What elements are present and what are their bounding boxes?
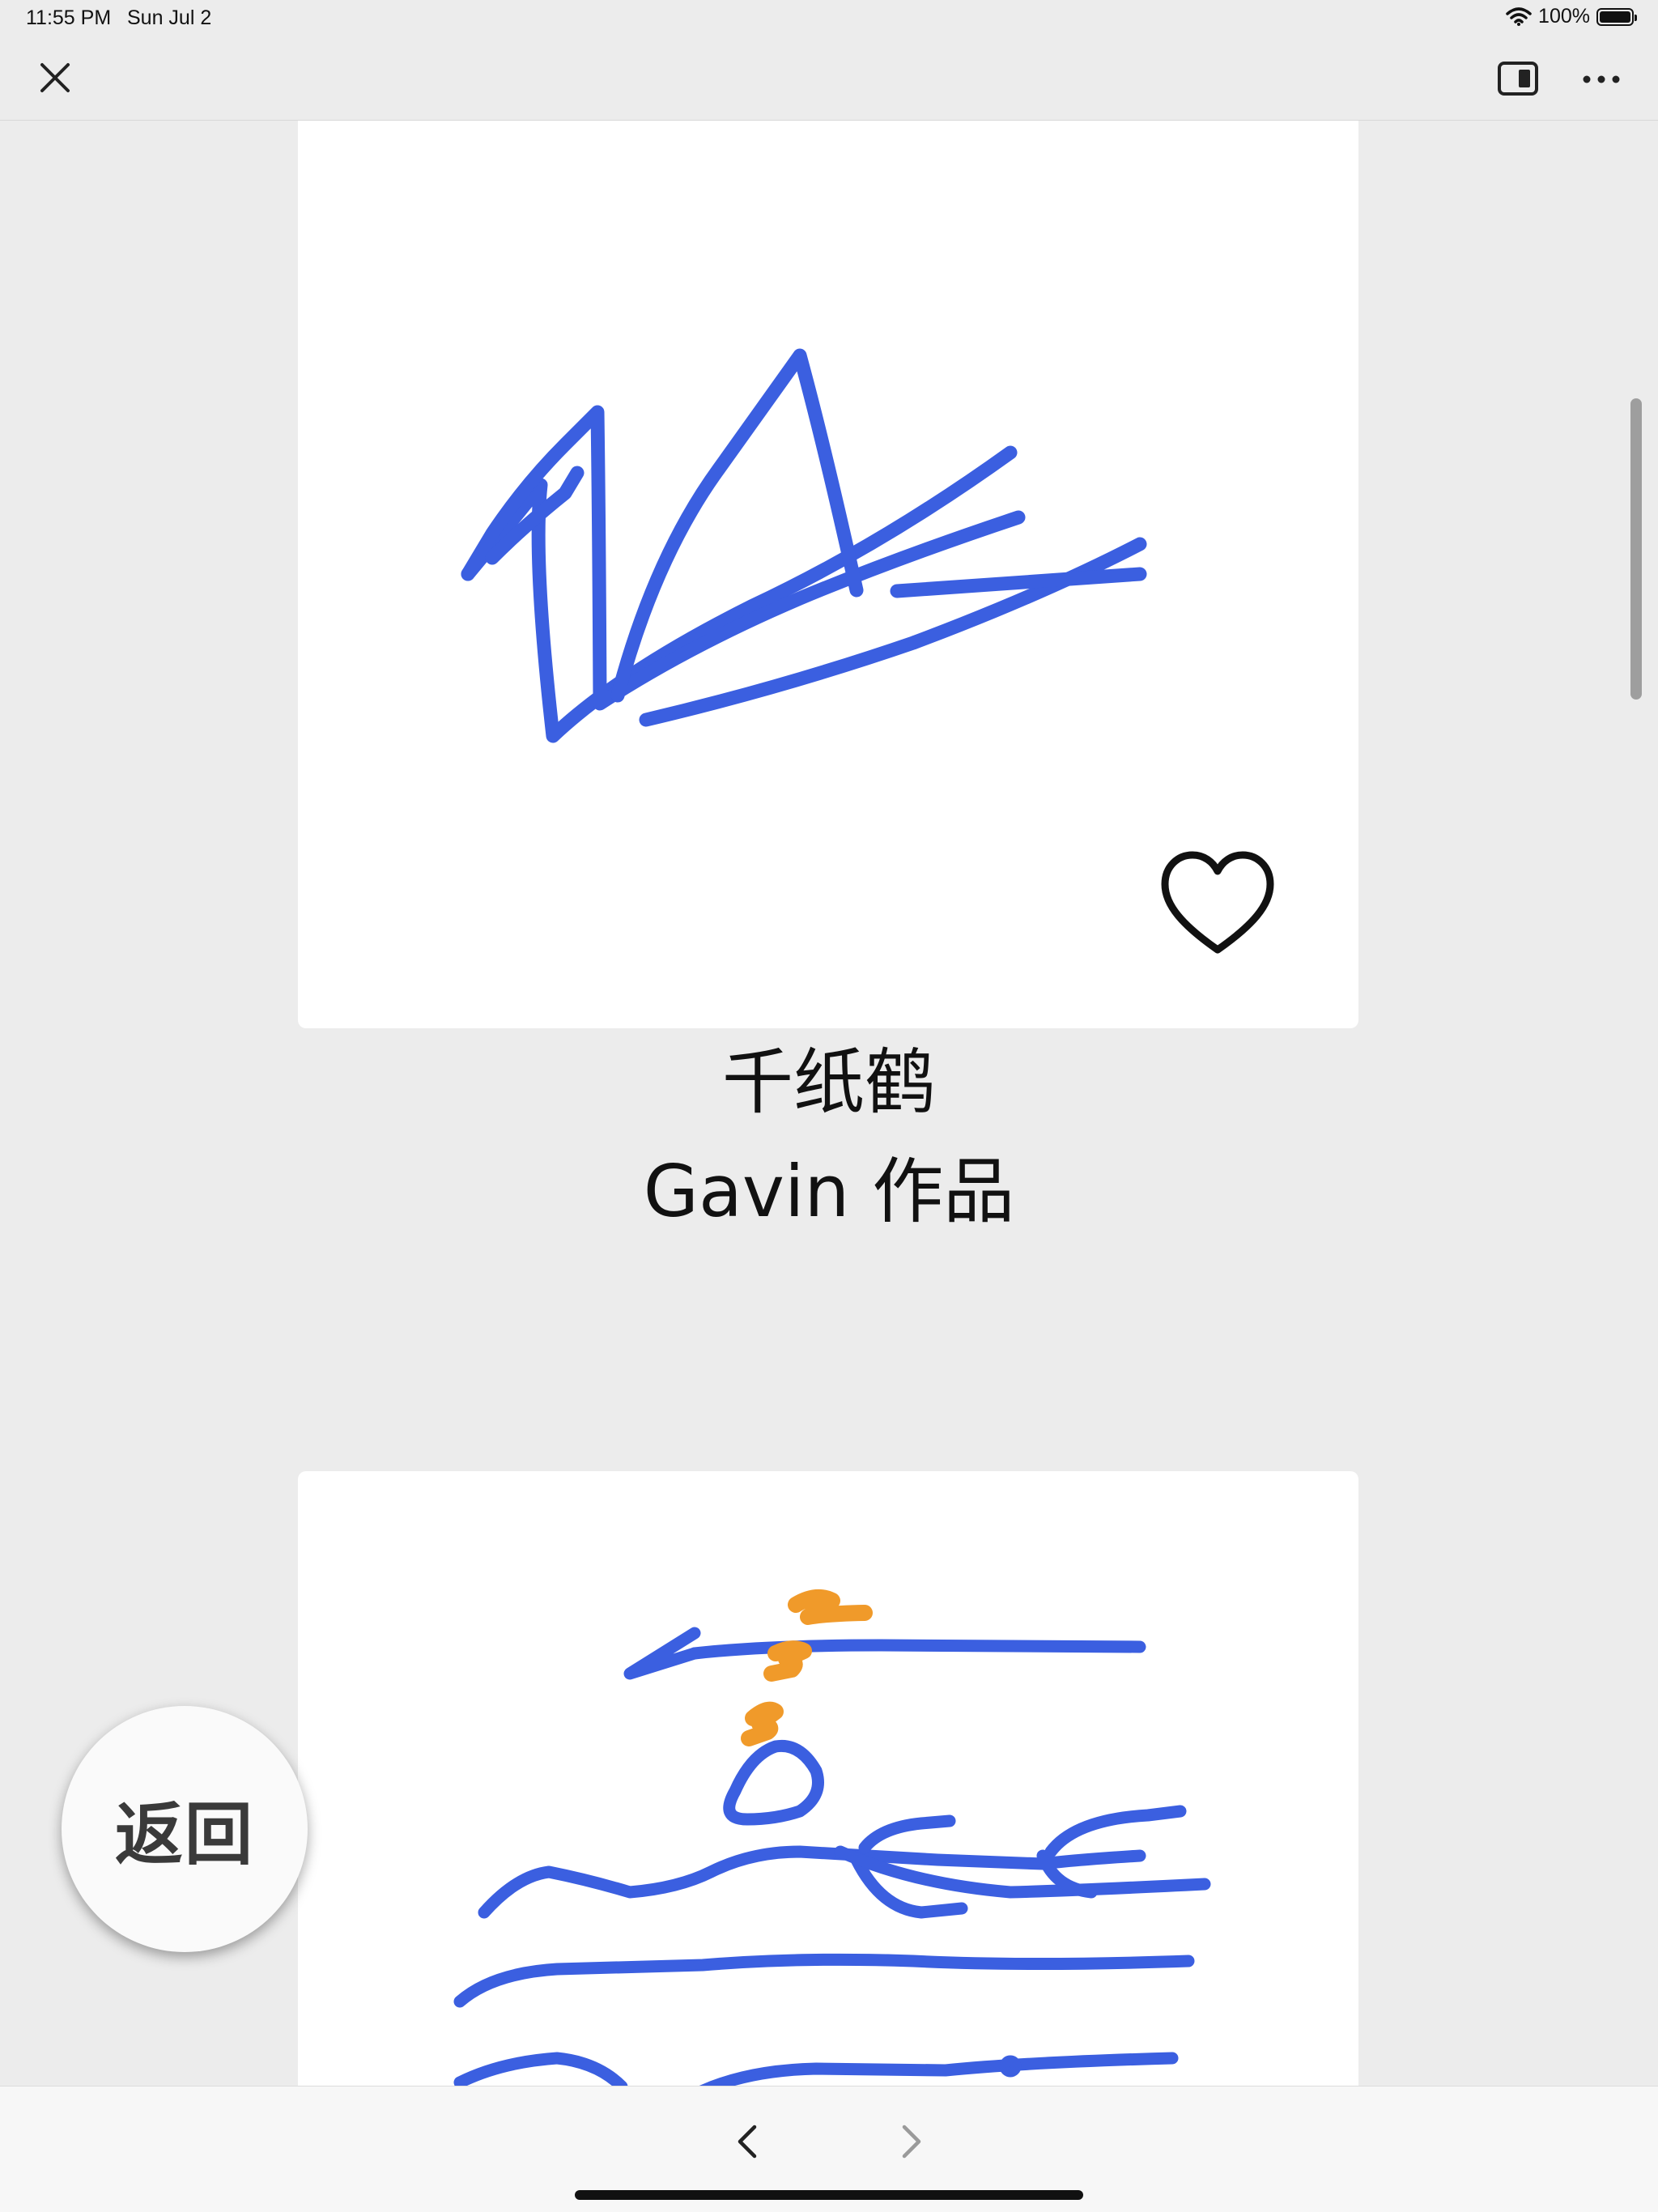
- chevron-left-icon[interactable]: [729, 2119, 767, 2164]
- battery-percent: 100%: [1538, 5, 1590, 28]
- close-icon[interactable]: [36, 58, 74, 97]
- artwork-author: Gavin 作品: [643, 1150, 1015, 1233]
- artwork-card[interactable]: [298, 1471, 1358, 2086]
- wifi-icon: [1506, 6, 1532, 26]
- battery-icon: [1596, 7, 1637, 26]
- status-date: Sun Jul 2: [127, 6, 212, 29]
- back-button[interactable]: 返回: [62, 1706, 308, 1952]
- more-icon[interactable]: [1580, 63, 1622, 96]
- back-button-label: 返回: [114, 1794, 254, 1874]
- status-time: 11:55 PM: [26, 6, 112, 29]
- sidebar-toggle-icon[interactable]: [1496, 60, 1540, 97]
- bottom-nav-bar: [0, 2086, 1658, 2212]
- scroll-indicator[interactable]: [1630, 398, 1642, 700]
- artwork-card[interactable]: [298, 121, 1358, 1028]
- status-right: 100%: [1506, 5, 1637, 28]
- screen: 11:55 PM Sun Jul 2 100% 千纸鹤 Gavin 作品 返回: [0, 0, 1658, 2212]
- heart-icon[interactable]: [1158, 849, 1277, 962]
- artwork-title: 千纸鹤: [721, 1040, 936, 1124]
- chevron-right-icon[interactable]: [891, 2119, 930, 2164]
- top-toolbar: [0, 39, 1658, 121]
- status-bar: 11:55 PM Sun Jul 2 100%: [0, 0, 1658, 39]
- home-indicator: [575, 2190, 1083, 2200]
- artwork-drawing-sleeper: [453, 1589, 1211, 2086]
